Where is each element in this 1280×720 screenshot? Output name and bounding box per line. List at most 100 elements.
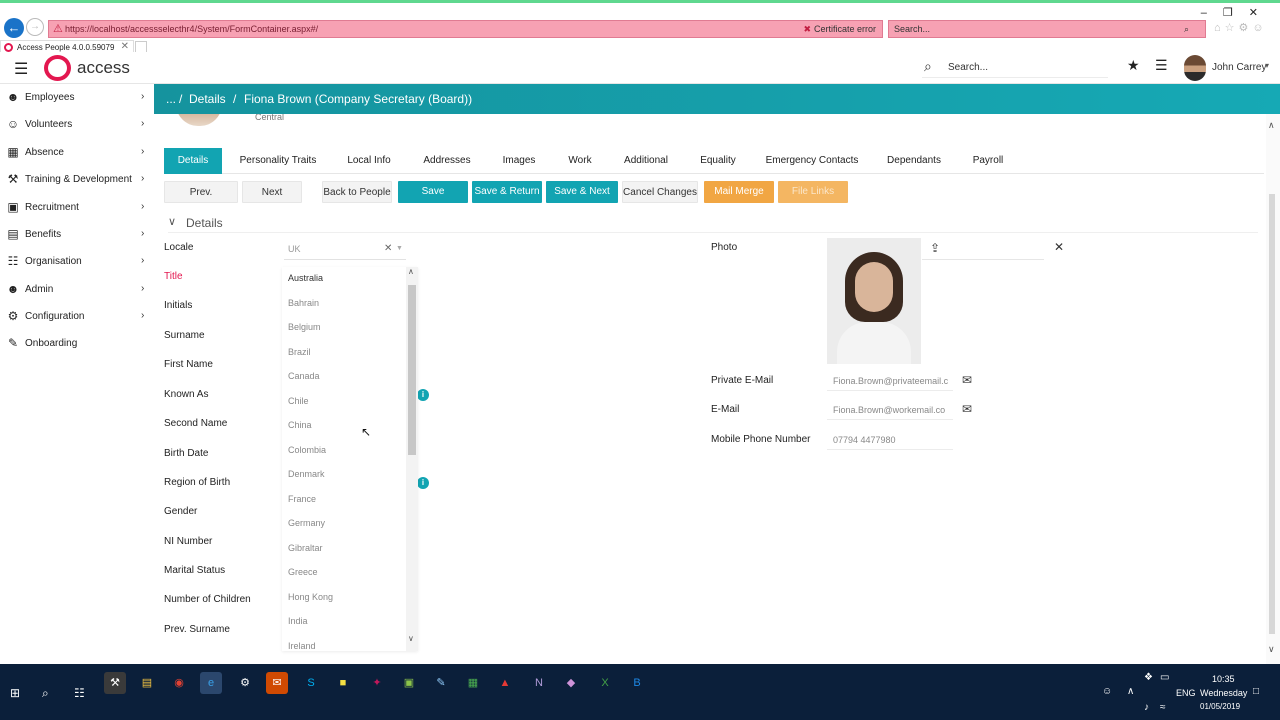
sidebar-item-onboarding[interactable]: ✎ Onboarding xyxy=(0,330,154,357)
header-search[interactable]: ⌕ Search... xyxy=(922,58,1108,78)
save-and-return-button[interactable]: Save & Return xyxy=(472,181,542,203)
breadcrumb-ellipsis[interactable]: ... xyxy=(166,92,176,106)
chevron-up-icon[interactable]: ∧ xyxy=(408,267,414,276)
battery-icon[interactable]: ▭ xyxy=(1160,672,1169,683)
file-explorer-icon[interactable]: ▤ xyxy=(136,672,158,694)
info-icon[interactable]: i xyxy=(417,477,429,489)
chevron-down-icon[interactable]: ∨ xyxy=(408,634,414,643)
chevron-down-icon[interactable]: ▼ xyxy=(396,245,403,252)
locale-option[interactable]: Germany xyxy=(288,518,325,528)
dropbox-icon[interactable]: ❖ xyxy=(1144,672,1153,683)
sidebar-item-organisation[interactable]: ☷ Organisation › xyxy=(0,248,154,275)
locale-option[interactable]: Bahrain xyxy=(288,298,319,308)
onenote-icon[interactable]: N xyxy=(528,672,550,694)
mail-icon[interactable]: ✉ xyxy=(962,402,972,416)
skype-icon[interactable]: S xyxy=(300,672,322,694)
forward-button[interactable]: → xyxy=(26,18,44,36)
sticky-notes-icon[interactable]: ■ xyxy=(332,672,354,694)
tab-images[interactable]: Images xyxy=(492,148,546,174)
clock-time[interactable]: 10:35 xyxy=(1212,674,1235,684)
tab-details[interactable]: Details xyxy=(164,148,222,174)
locale-option[interactable]: Gibraltar xyxy=(288,543,323,553)
sidebar-item-benefits[interactable]: ▤ Benefits › xyxy=(0,221,154,248)
wifi-icon[interactable]: ≈ xyxy=(1160,702,1166,713)
tab-additional[interactable]: Additional xyxy=(612,148,680,174)
back-to-people-button[interactable]: Back to People xyxy=(322,181,392,203)
locale-select[interactable]: UK ✕ ▼ xyxy=(284,240,406,260)
favorites-star-icon[interactable]: ★ xyxy=(1127,57,1140,74)
volume-icon[interactable]: ♪ xyxy=(1144,702,1149,713)
locale-option[interactable]: Belgium xyxy=(288,322,321,332)
mail-icon[interactable]: ✉ xyxy=(962,373,972,387)
person-tray-icon[interactable]: ☺ xyxy=(1102,686,1112,697)
page-scrollbar[interactable]: ∧ ∨ xyxy=(1266,114,1280,664)
locale-option[interactable]: Canada xyxy=(288,371,320,381)
close-icon[interactable]: ✕ xyxy=(1054,240,1064,254)
locale-option[interactable]: Australia xyxy=(288,273,323,283)
taskbar-app-icon[interactable]: ▣ xyxy=(398,672,420,694)
tab-personality-traits[interactable]: Personality Traits xyxy=(228,148,328,174)
email-field[interactable]: Fiona.Brown@workemail.co xyxy=(827,400,953,420)
locale-option[interactable]: Ireland xyxy=(288,641,316,651)
pdf-reader-icon[interactable]: ▲ xyxy=(494,672,516,694)
close-window-icon[interactable]: ✕ xyxy=(1249,7,1274,19)
settings-gear-icon[interactable]: ⚙ xyxy=(1239,22,1253,34)
language-indicator[interactable]: ENG xyxy=(1176,688,1196,698)
sidebar-item-volunteers[interactable]: ☺ Volunteers › xyxy=(0,111,154,138)
locale-option[interactable]: Greece xyxy=(288,567,318,577)
locale-option[interactable]: Chile xyxy=(288,396,309,406)
chevron-up-icon[interactable]: ∧ xyxy=(1127,686,1134,697)
tab-emergency-contacts[interactable]: Emergency Contacts xyxy=(756,148,868,174)
taskbar-app-icon[interactable]: ✎ xyxy=(430,672,452,694)
tab-local-info[interactable]: Local Info xyxy=(336,148,402,174)
access-logo[interactable]: access xyxy=(44,55,154,81)
upload-icon[interactable]: ⇪ xyxy=(930,241,940,255)
dropdown-scroll-thumb[interactable] xyxy=(408,285,416,455)
tab-addresses[interactable]: Addresses xyxy=(414,148,480,174)
locale-option[interactable]: Brazil xyxy=(288,347,311,357)
avatar[interactable] xyxy=(1184,55,1206,81)
task-view-icon[interactable]: ☷ xyxy=(74,686,85,700)
certificate-error[interactable]: ✖ Certificate error xyxy=(803,24,876,35)
details-section-header[interactable]: ∨ Details xyxy=(168,215,1258,233)
sidebar-item-admin[interactable]: ☻ Admin › xyxy=(0,276,154,303)
next-button[interactable]: Next xyxy=(242,181,302,203)
clear-icon[interactable]: ✕ xyxy=(384,243,392,254)
prev-button[interactable]: Prev. xyxy=(164,181,238,203)
tab-work[interactable]: Work xyxy=(558,148,602,174)
minimize-icon[interactable]: – xyxy=(1201,7,1223,19)
hamburger-menu-icon[interactable]: ☰ xyxy=(14,59,28,79)
save-button[interactable]: Save xyxy=(398,181,468,203)
clock-date[interactable]: 01/05/2019 xyxy=(1200,702,1240,711)
tab-dependants[interactable]: Dependants xyxy=(878,148,950,174)
locale-option[interactable]: India xyxy=(288,616,308,626)
taskbar-app-icon[interactable]: ✦ xyxy=(366,672,388,694)
sidebar-item-training[interactable]: ⚒ Training & Development › xyxy=(0,166,154,193)
locale-option[interactable]: Denmark xyxy=(288,469,325,479)
restore-icon[interactable]: ❐ xyxy=(1223,7,1249,19)
locale-option[interactable]: Colombia xyxy=(288,445,326,455)
taskbar-app-icon[interactable]: ▦ xyxy=(462,672,484,694)
excel-icon[interactable]: X xyxy=(594,672,616,694)
chevron-down-icon[interactable]: ▾ xyxy=(1265,61,1269,70)
tab-payroll[interactable]: Payroll xyxy=(960,148,1016,174)
sidebar-item-absence[interactable]: ▦ Absence › xyxy=(0,139,154,166)
notifications-icon[interactable]: □ xyxy=(1253,686,1259,697)
info-icon[interactable]: i xyxy=(417,389,429,401)
dropdown-scrollbar[interactable]: ∧ ∨ xyxy=(406,267,418,651)
chevron-up-icon[interactable]: ∧ xyxy=(1268,120,1275,131)
sidebar-item-recruitment[interactable]: ▣ Recruitment › xyxy=(0,194,154,221)
sidebar-item-configuration[interactable]: ⚙ Configuration › xyxy=(0,303,154,330)
back-button[interactable]: ← xyxy=(4,18,24,38)
smiley-icon[interactable]: ☺ xyxy=(1252,22,1267,34)
taskbar-app-icon[interactable]: ⚒ xyxy=(104,672,126,694)
taskbar-search-icon[interactable]: ⌕ xyxy=(42,686,49,701)
internet-explorer-icon[interactable]: e xyxy=(200,672,222,694)
list-icon[interactable]: ☰ xyxy=(1155,57,1168,74)
user-name[interactable]: John Carrey xyxy=(1212,62,1266,73)
private-email-field[interactable]: Fiona.Brown@privateemail.c xyxy=(827,371,953,391)
sidebar-item-employees[interactable]: ☻ Employees › xyxy=(0,84,154,111)
windows-start-icon[interactable]: ⊞ xyxy=(10,687,22,699)
address-bar[interactable]: ⚠ https://localhost/accessselecthr4/Syst… xyxy=(48,20,883,38)
outlook-icon[interactable]: ✉ xyxy=(266,672,288,694)
